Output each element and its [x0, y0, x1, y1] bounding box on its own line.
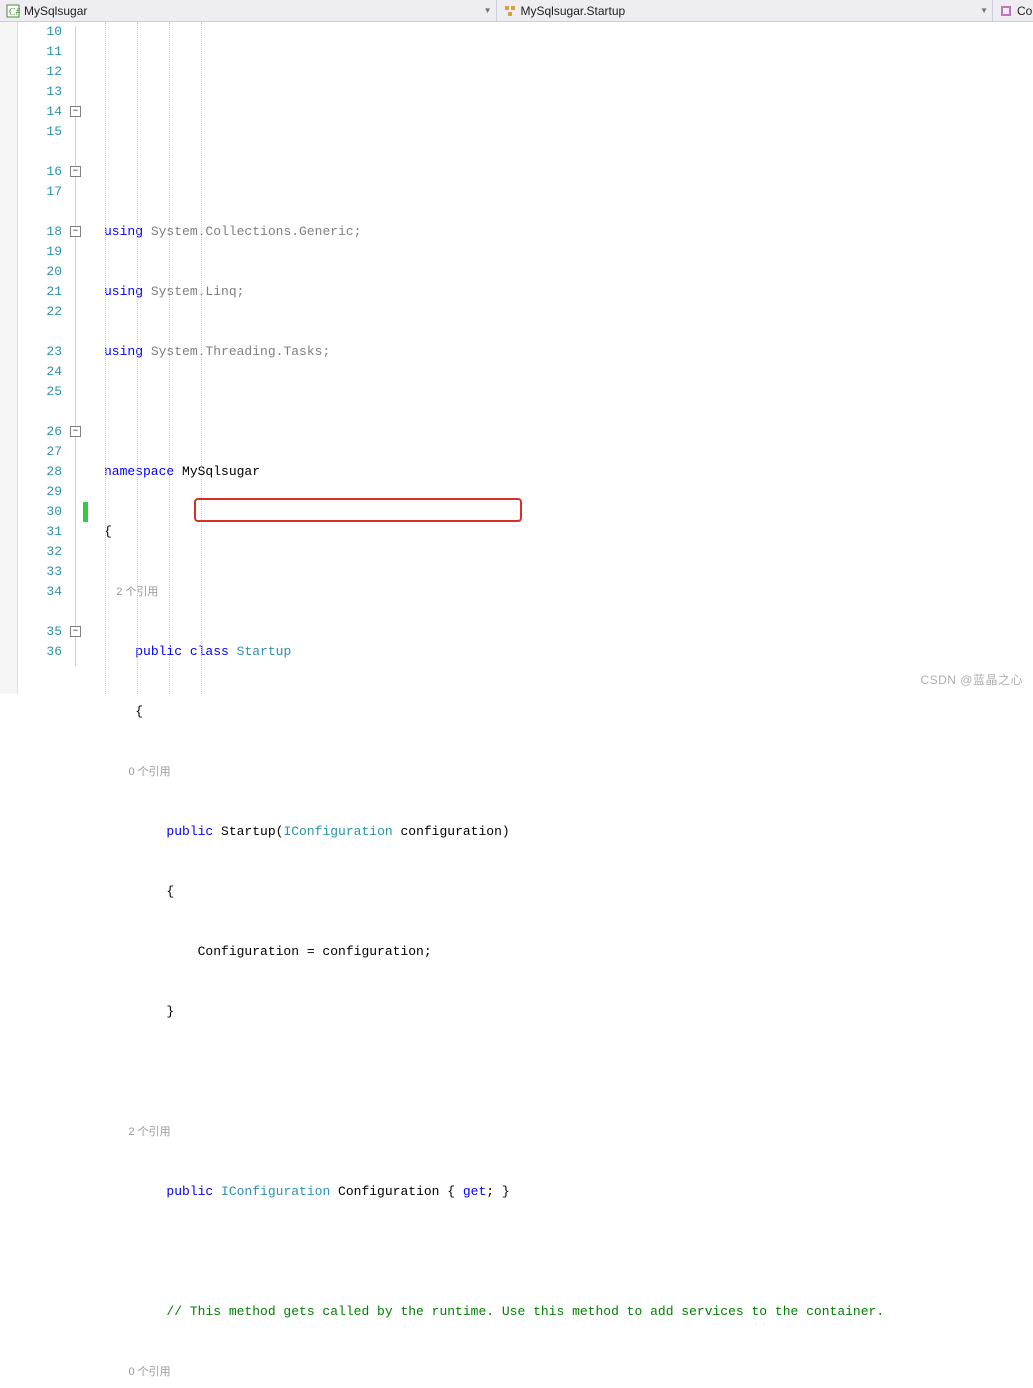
code-content[interactable]: using System.Collections.Generic; using …: [104, 22, 1033, 694]
fold-toggle[interactable]: −: [70, 106, 81, 117]
codelens-ref[interactable]: 0 个引用: [104, 762, 1033, 782]
class-name: MySqlsugar.Startup: [521, 4, 626, 18]
margin-indicator: [0, 22, 18, 694]
member-selector[interactable]: Co: [993, 0, 1033, 21]
member-name: Co: [1017, 4, 1032, 18]
outline-column: − − − − −: [68, 22, 104, 694]
fold-toggle[interactable]: −: [70, 426, 81, 437]
code-editor[interactable]: 1011121314151617181920212223242526272829…: [0, 22, 1033, 694]
codelens-ref[interactable]: 2 个引用: [104, 582, 1033, 602]
chevron-down-icon: ▼: [484, 6, 492, 15]
svg-text:C#: C#: [9, 7, 20, 18]
chevron-down-icon: ▼: [980, 6, 988, 15]
project-selector[interactable]: C# MySqlsugar ▼: [0, 0, 497, 21]
class-selector[interactable]: MySqlsugar.Startup ▼: [497, 0, 994, 21]
class-icon: [503, 4, 517, 18]
csharp-project-icon: C#: [6, 4, 20, 18]
method-icon: [999, 4, 1013, 18]
highlight-annotation: [194, 498, 522, 522]
fold-toggle[interactable]: −: [70, 226, 81, 237]
fold-toggle[interactable]: −: [70, 626, 81, 637]
codelens-ref[interactable]: 2 个引用: [104, 1122, 1033, 1142]
navigation-bar: C# MySqlsugar ▼ MySqlsugar.Startup ▼ Co: [0, 0, 1033, 22]
codelens-ref[interactable]: 0 个引用: [104, 1362, 1033, 1382]
project-name: MySqlsugar: [24, 4, 87, 18]
change-indicator: [83, 502, 88, 522]
line-number-gutter: 1011121314151617181920212223242526272829…: [18, 22, 68, 694]
fold-toggle[interactable]: −: [70, 166, 81, 177]
